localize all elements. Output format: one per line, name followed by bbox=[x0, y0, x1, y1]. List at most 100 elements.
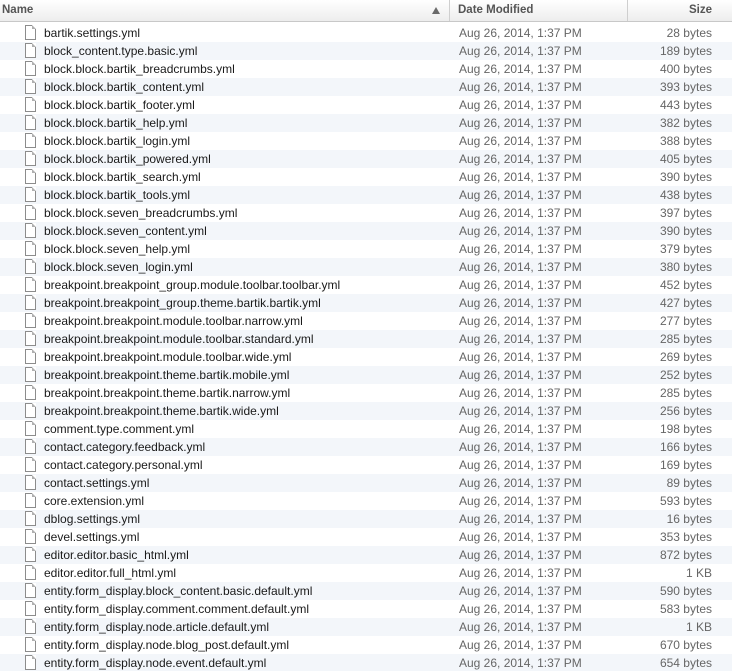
file-name: block.block.seven_login.yml bbox=[44, 260, 193, 274]
document-icon bbox=[25, 151, 36, 166]
file-size: 1 KB bbox=[685, 620, 712, 634]
file-name: block.block.bartik_login.yml bbox=[44, 134, 191, 148]
document-icon bbox=[25, 529, 36, 544]
file-name: contact.settings.yml bbox=[44, 476, 150, 490]
file-name: editor.editor.basic_html.yml bbox=[44, 548, 189, 562]
file-row[interactable]: breakpoint.breakpoint.theme.bartik.mobil… bbox=[0, 366, 732, 384]
file-row[interactable]: entity.form_display.node.article.default… bbox=[0, 618, 732, 636]
file-row[interactable]: breakpoint.breakpoint.module.toolbar.sta… bbox=[0, 330, 732, 348]
file-row[interactable]: block.block.bartik_content.yml Aug 26, 20… bbox=[0, 78, 732, 96]
file-name: contact.category.personal.yml bbox=[44, 458, 203, 472]
file-row[interactable]: breakpoint.breakpoint.theme.bartik.wide.… bbox=[0, 402, 732, 420]
file-date-modified: Aug 26, 2014, 1:37 PM bbox=[459, 602, 582, 616]
document-icon bbox=[25, 205, 36, 220]
file-row[interactable]: block.block.bartik_footer.yml Aug 26, 201… bbox=[0, 96, 732, 114]
file-row[interactable]: block.block.bartik_tools.yml Aug 26, 2014… bbox=[0, 186, 732, 204]
file-name: entity.form_display.node.event.default.y… bbox=[44, 656, 267, 670]
file-name: breakpoint.breakpoint_group.module.toolb… bbox=[44, 278, 341, 292]
name-column-header[interactable]: Name bbox=[0, 0, 450, 21]
file-row[interactable]: block.block.bartik_help.yml Aug 26, 2014,… bbox=[0, 114, 732, 132]
file-list: bartik.settings.yml Aug 26, 2014, 1:37 PM… bbox=[0, 24, 732, 671]
file-size: 382 bytes bbox=[659, 116, 712, 130]
column-header-bar: Name Date Modified Size bbox=[0, 0, 732, 22]
file-row[interactable]: block.block.seven_breadcrumbs.yml Aug 26,… bbox=[0, 204, 732, 222]
file-size: 166 bytes bbox=[659, 440, 712, 454]
file-date-modified: Aug 26, 2014, 1:37 PM bbox=[459, 206, 582, 220]
size-column-header[interactable]: Size bbox=[628, 0, 732, 21]
file-date-modified: Aug 26, 2014, 1:37 PM bbox=[459, 26, 582, 40]
file-name: block.block.seven_help.yml bbox=[44, 242, 191, 256]
file-row[interactable]: bartik.settings.yml Aug 26, 2014, 1:37 PM… bbox=[0, 24, 732, 42]
file-row[interactable]: breakpoint.breakpoint.theme.bartik.narro… bbox=[0, 384, 732, 402]
file-name: breakpoint.breakpoint.theme.bartik.wide.… bbox=[44, 404, 279, 418]
file-row[interactable]: contact.settings.yml Aug 26, 2014, 1:37 P… bbox=[0, 474, 732, 492]
file-row[interactable]: entity.form_display.node.blog_post.defau… bbox=[0, 636, 732, 654]
document-icon bbox=[25, 619, 36, 634]
file-row[interactable]: breakpoint.breakpoint_group.module.toolb… bbox=[0, 276, 732, 294]
file-date-modified: Aug 26, 2014, 1:37 PM bbox=[459, 656, 582, 670]
file-date-modified: Aug 26, 2014, 1:37 PM bbox=[459, 116, 582, 130]
file-date-modified: Aug 26, 2014, 1:37 PM bbox=[459, 440, 582, 454]
file-row[interactable]: core.extension.yml Aug 26, 2014, 1:37 PM 5… bbox=[0, 492, 732, 510]
file-row[interactable]: entity.form_display.node.event.default.y… bbox=[0, 654, 732, 671]
document-icon bbox=[25, 583, 36, 598]
sort-ascending-icon[interactable] bbox=[432, 7, 440, 14]
file-date-modified: Aug 26, 2014, 1:37 PM bbox=[459, 44, 582, 58]
file-date-modified: Aug 26, 2014, 1:37 PM bbox=[459, 404, 582, 418]
file-row[interactable]: entity.form_display.comment.comment.defa… bbox=[0, 600, 732, 618]
document-icon bbox=[25, 637, 36, 652]
file-size: 390 bytes bbox=[659, 224, 712, 238]
file-date-modified: Aug 26, 2014, 1:37 PM bbox=[459, 548, 582, 562]
file-row[interactable]: breakpoint.breakpoint_group.theme.bartik… bbox=[0, 294, 732, 312]
file-name: comment.type.comment.yml bbox=[44, 422, 195, 436]
file-row[interactable]: breakpoint.breakpoint.module.toolbar.wid… bbox=[0, 348, 732, 366]
file-row[interactable]: editor.editor.basic_html.yml Aug 26, 2014… bbox=[0, 546, 732, 564]
file-date-modified: Aug 26, 2014, 1:37 PM bbox=[459, 386, 582, 400]
file-row[interactable]: comment.type.comment.yml Aug 26, 2014, 1:… bbox=[0, 420, 732, 438]
file-date-modified: Aug 26, 2014, 1:37 PM bbox=[459, 260, 582, 274]
file-date-modified: Aug 26, 2014, 1:37 PM bbox=[459, 566, 582, 580]
file-name: breakpoint.breakpoint.theme.bartik.mobil… bbox=[44, 368, 290, 382]
file-name: block.block.seven_content.yml bbox=[44, 224, 207, 238]
file-row[interactable]: breakpoint.breakpoint.module.toolbar.nar… bbox=[0, 312, 732, 330]
file-date-modified: Aug 26, 2014, 1:37 PM bbox=[459, 188, 582, 202]
file-name: block.block.bartik_help.yml bbox=[44, 116, 188, 130]
name-column-label: Name bbox=[2, 4, 34, 16]
file-row[interactable]: contact.category.feedback.yml Aug 26, 201… bbox=[0, 438, 732, 456]
file-row[interactable]: block.block.bartik_search.yml Aug 26, 201… bbox=[0, 168, 732, 186]
file-name: breakpoint.breakpoint.theme.bartik.narro… bbox=[44, 386, 291, 400]
file-row[interactable]: block.block.seven_login.yml Aug 26, 2014,… bbox=[0, 258, 732, 276]
file-row[interactable]: dblog.settings.yml Aug 26, 2014, 1:37 PM 1… bbox=[0, 510, 732, 528]
document-icon bbox=[25, 403, 36, 418]
file-row[interactable]: block_content.type.basic.yml Aug 26, 2014… bbox=[0, 42, 732, 60]
document-icon bbox=[25, 547, 36, 562]
file-row[interactable]: block.block.seven_help.yml Aug 26, 2014, … bbox=[0, 240, 732, 258]
file-date-modified: Aug 26, 2014, 1:37 PM bbox=[459, 224, 582, 238]
document-icon bbox=[25, 187, 36, 202]
file-date-modified: Aug 26, 2014, 1:37 PM bbox=[459, 278, 582, 292]
file-row[interactable]: block.block.bartik_breadcrumbs.yml Aug 26… bbox=[0, 60, 732, 78]
file-row[interactable]: devel.settings.yml Aug 26, 2014, 1:37 PM 3… bbox=[0, 528, 732, 546]
date-modified-column-header[interactable]: Date Modified bbox=[450, 0, 628, 21]
file-name: block_content.type.basic.yml bbox=[44, 44, 198, 58]
file-size: 872 bytes bbox=[659, 548, 712, 562]
file-size: 590 bytes bbox=[659, 584, 712, 598]
file-date-modified: Aug 26, 2014, 1:37 PM bbox=[459, 170, 582, 184]
document-icon bbox=[25, 331, 36, 346]
file-row[interactable]: entity.form_display.block_content.basic.… bbox=[0, 582, 732, 600]
document-icon bbox=[25, 457, 36, 472]
file-date-modified: Aug 26, 2014, 1:37 PM bbox=[459, 512, 582, 526]
file-size: 285 bytes bbox=[659, 386, 712, 400]
file-row[interactable]: block.block.seven_content.yml Aug 26, 201… bbox=[0, 222, 732, 240]
file-date-modified: Aug 26, 2014, 1:37 PM bbox=[459, 332, 582, 346]
file-row[interactable]: block.block.bartik_login.yml Aug 26, 2014… bbox=[0, 132, 732, 150]
file-name: block.block.bartik_breadcrumbs.yml bbox=[44, 62, 235, 76]
file-row[interactable]: editor.editor.full_html.yml Aug 26, 2014,… bbox=[0, 564, 732, 582]
file-size: 1 KB bbox=[685, 566, 712, 580]
file-name: core.extension.yml bbox=[44, 494, 145, 508]
file-date-modified: Aug 26, 2014, 1:37 PM bbox=[459, 350, 582, 364]
file-date-modified: Aug 26, 2014, 1:37 PM bbox=[459, 98, 582, 112]
file-row[interactable]: block.block.bartik_powered.yml Aug 26, 20… bbox=[0, 150, 732, 168]
file-size: 388 bytes bbox=[659, 134, 712, 148]
file-row[interactable]: contact.category.personal.yml Aug 26, 201… bbox=[0, 456, 732, 474]
